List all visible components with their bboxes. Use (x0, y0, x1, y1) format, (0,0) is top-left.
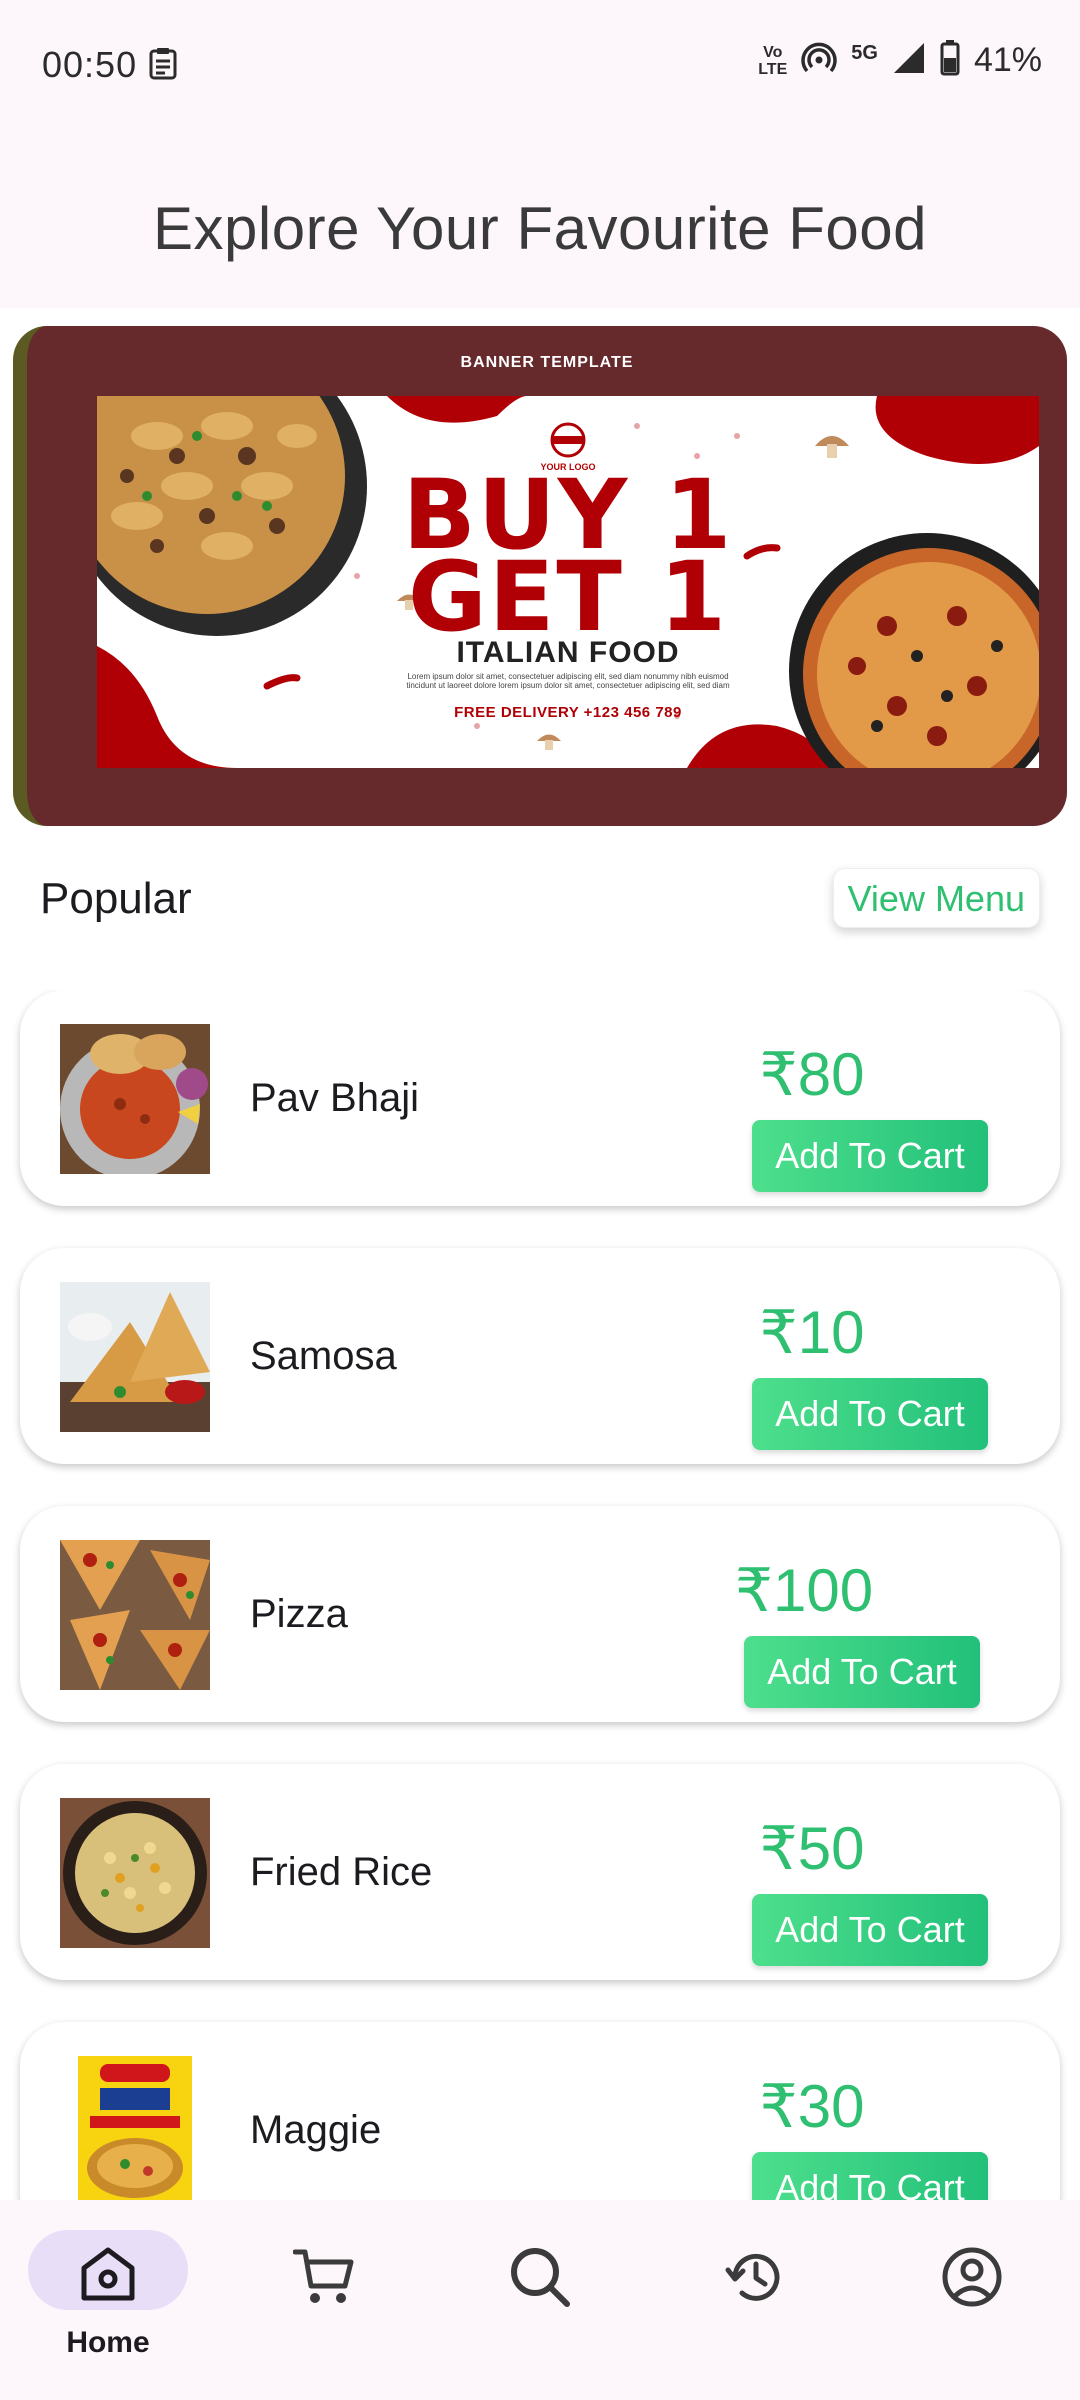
network-type: 5G (851, 42, 878, 64)
hotspot-icon (801, 40, 837, 81)
promo-description: Lorem ipsum dolor sit amet, consectetuer… (406, 672, 730, 690)
view-menu-button[interactable]: View Menu (832, 868, 1040, 928)
nav-history[interactable] (676, 2230, 836, 2370)
add-to-cart-button[interactable]: Add To Cart (752, 1120, 988, 1192)
add-to-cart-button[interactable]: Add To Cart (744, 1636, 980, 1708)
food-price: ₹80 (759, 1041, 865, 1108)
food-name: Fried Rice (250, 1850, 433, 1894)
clipboard-icon (148, 46, 178, 85)
food-card[interactable]: Fried Rice ₹50 Add To Cart (20, 1764, 1060, 1980)
food-name: Pav Bhaji (250, 1076, 419, 1120)
nav-search[interactable] (460, 2230, 620, 2370)
bottom-nav: Home (0, 2200, 1080, 2400)
section-title: Popular (40, 874, 192, 923)
banner-caption: BANNER TEMPLATE (460, 354, 634, 371)
promo-subheadline: ITALIAN FOOD (456, 636, 680, 669)
food-price: ₹100 (734, 1557, 874, 1624)
food-image-maggie (60, 2056, 210, 2200)
volte-indicator: Vo LTE (758, 43, 788, 78)
add-to-cart-button[interactable]: Add To Cart (752, 1378, 988, 1450)
popular-header: Popular View Menu (0, 860, 1080, 940)
screen: 00:50 Vo LTE 5G 41% Explore Your Favouri… (0, 0, 1080, 2400)
food-image-samosa (60, 1282, 210, 1432)
status-indicators: Vo LTE 5G 41% (758, 40, 1042, 81)
search-icon (509, 2246, 571, 2313)
food-card[interactable]: Maggie ₹30 Add To Cart (20, 2022, 1060, 2200)
food-price: ₹10 (759, 1299, 865, 1366)
profile-icon (941, 2246, 1003, 2313)
food-list[interactable]: Pav Bhaji ₹80 Add To Cart Samosa ₹10 Add… (0, 990, 1080, 2200)
page-title: Explore Your Favourite Food (153, 195, 927, 262)
battery-icon (940, 40, 960, 81)
promo-banner[interactable]: BANNER TEMPLATE YOUR LOGO BUY 1 GET 1 IT… (13, 326, 1067, 826)
food-name: Samosa (250, 1334, 397, 1378)
status-time: 00:50 (42, 44, 138, 85)
food-image-fried-rice (60, 1798, 210, 1948)
food-card[interactable]: Pav Bhaji ₹80 Add To Cart (20, 990, 1060, 1206)
food-price: ₹30 (759, 2073, 865, 2140)
history-icon (725, 2246, 787, 2313)
promo-headline-line2: GET 1 (407, 541, 729, 653)
status-bar: 00:50 Vo LTE 5G 41% (0, 0, 1080, 128)
banner-image: YOUR LOGO BUY 1 GET 1 ITALIAN FOOD Lorem… (97, 396, 1039, 768)
signal-icon (892, 41, 926, 80)
promo-delivery: FREE DELIVERY +123 456 789 (454, 704, 682, 721)
home-icon (78, 2246, 138, 2307)
food-image-pav-bhaji (60, 1024, 210, 1174)
cart-icon (292, 2246, 355, 2313)
food-card[interactable]: Samosa ₹10 Add To Cart (20, 1248, 1060, 1464)
food-name: Maggie (250, 2108, 382, 2152)
food-card[interactable]: Pizza ₹100 Add To Cart (20, 1506, 1060, 1722)
food-image-pizza (60, 1540, 210, 1690)
battery-percent: 41% (973, 41, 1042, 79)
food-name: Pizza (250, 1592, 348, 1636)
nav-home[interactable]: Home (28, 2230, 188, 2370)
add-to-cart-button[interactable]: Add To Cart (752, 1894, 988, 1966)
add-to-cart-button[interactable]: Add To Cart (752, 2152, 988, 2200)
nav-home-label: Home (66, 2326, 150, 2359)
nav-cart[interactable] (244, 2230, 404, 2370)
promo-headline: BUY 1 GET 1 (97, 467, 1039, 653)
food-price: ₹50 (759, 1815, 865, 1882)
nav-profile[interactable] (892, 2230, 1052, 2370)
header: Explore Your Favourite Food (0, 128, 1080, 308)
